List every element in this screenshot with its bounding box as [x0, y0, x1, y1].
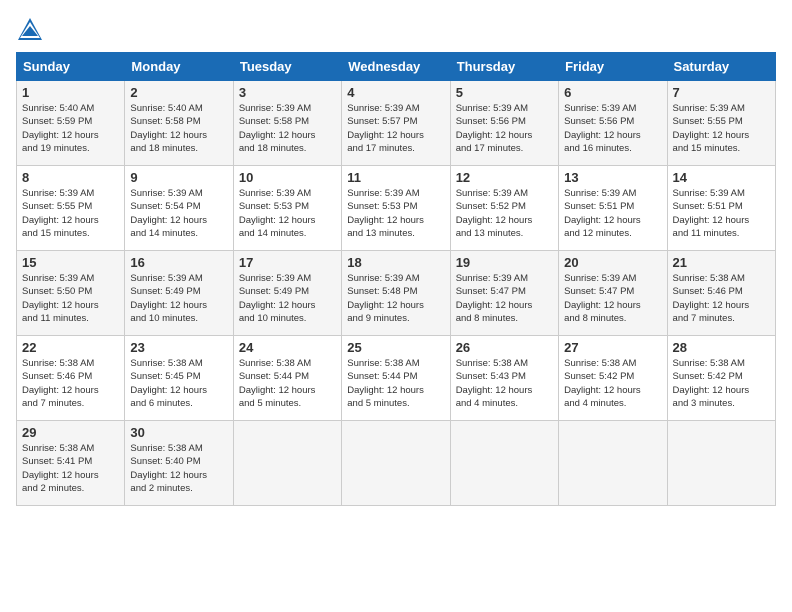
header-thursday: Thursday [450, 53, 558, 81]
table-row [342, 421, 450, 506]
table-row: 29Sunrise: 5:38 AMSunset: 5:41 PMDayligh… [17, 421, 125, 506]
table-row: 27Sunrise: 5:38 AMSunset: 5:42 PMDayligh… [559, 336, 667, 421]
table-row: 6Sunrise: 5:39 AMSunset: 5:56 PMDaylight… [559, 81, 667, 166]
header-friday: Friday [559, 53, 667, 81]
logo-icon [16, 16, 44, 44]
table-row: 15Sunrise: 5:39 AMSunset: 5:50 PMDayligh… [17, 251, 125, 336]
table-row [559, 421, 667, 506]
table-row: 23Sunrise: 5:38 AMSunset: 5:45 PMDayligh… [125, 336, 233, 421]
table-row: 20Sunrise: 5:39 AMSunset: 5:47 PMDayligh… [559, 251, 667, 336]
header-wednesday: Wednesday [342, 53, 450, 81]
table-row: 11Sunrise: 5:39 AMSunset: 5:53 PMDayligh… [342, 166, 450, 251]
logo [16, 16, 48, 44]
table-row: 4Sunrise: 5:39 AMSunset: 5:57 PMDaylight… [342, 81, 450, 166]
table-row: 17Sunrise: 5:39 AMSunset: 5:49 PMDayligh… [233, 251, 341, 336]
table-row: 16Sunrise: 5:39 AMSunset: 5:49 PMDayligh… [125, 251, 233, 336]
calendar-week-row: 29Sunrise: 5:38 AMSunset: 5:41 PMDayligh… [17, 421, 776, 506]
table-row: 1Sunrise: 5:40 AMSunset: 5:59 PMDaylight… [17, 81, 125, 166]
table-row [450, 421, 558, 506]
table-row: 9Sunrise: 5:39 AMSunset: 5:54 PMDaylight… [125, 166, 233, 251]
page-header [16, 16, 776, 44]
calendar-week-row: 15Sunrise: 5:39 AMSunset: 5:50 PMDayligh… [17, 251, 776, 336]
table-row: 26Sunrise: 5:38 AMSunset: 5:43 PMDayligh… [450, 336, 558, 421]
table-row: 30Sunrise: 5:38 AMSunset: 5:40 PMDayligh… [125, 421, 233, 506]
table-row: 24Sunrise: 5:38 AMSunset: 5:44 PMDayligh… [233, 336, 341, 421]
header-sunday: Sunday [17, 53, 125, 81]
calendar-week-row: 1Sunrise: 5:40 AMSunset: 5:59 PMDaylight… [17, 81, 776, 166]
header-saturday: Saturday [667, 53, 775, 81]
table-row: 5Sunrise: 5:39 AMSunset: 5:56 PMDaylight… [450, 81, 558, 166]
calendar-table: SundayMondayTuesdayWednesdayThursdayFrid… [16, 52, 776, 506]
table-row: 25Sunrise: 5:38 AMSunset: 5:44 PMDayligh… [342, 336, 450, 421]
table-row [233, 421, 341, 506]
table-row: 10Sunrise: 5:39 AMSunset: 5:53 PMDayligh… [233, 166, 341, 251]
table-row: 7Sunrise: 5:39 AMSunset: 5:55 PMDaylight… [667, 81, 775, 166]
table-row: 14Sunrise: 5:39 AMSunset: 5:51 PMDayligh… [667, 166, 775, 251]
table-row: 22Sunrise: 5:38 AMSunset: 5:46 PMDayligh… [17, 336, 125, 421]
header-tuesday: Tuesday [233, 53, 341, 81]
table-row: 21Sunrise: 5:38 AMSunset: 5:46 PMDayligh… [667, 251, 775, 336]
table-row: 28Sunrise: 5:38 AMSunset: 5:42 PMDayligh… [667, 336, 775, 421]
calendar-week-row: 8Sunrise: 5:39 AMSunset: 5:55 PMDaylight… [17, 166, 776, 251]
table-row: 19Sunrise: 5:39 AMSunset: 5:47 PMDayligh… [450, 251, 558, 336]
header-monday: Monday [125, 53, 233, 81]
table-row: 13Sunrise: 5:39 AMSunset: 5:51 PMDayligh… [559, 166, 667, 251]
table-row: 18Sunrise: 5:39 AMSunset: 5:48 PMDayligh… [342, 251, 450, 336]
calendar-header-row: SundayMondayTuesdayWednesdayThursdayFrid… [17, 53, 776, 81]
table-row: 8Sunrise: 5:39 AMSunset: 5:55 PMDaylight… [17, 166, 125, 251]
table-row [667, 421, 775, 506]
table-row: 3Sunrise: 5:39 AMSunset: 5:58 PMDaylight… [233, 81, 341, 166]
table-row: 12Sunrise: 5:39 AMSunset: 5:52 PMDayligh… [450, 166, 558, 251]
table-row: 2Sunrise: 5:40 AMSunset: 5:58 PMDaylight… [125, 81, 233, 166]
calendar-week-row: 22Sunrise: 5:38 AMSunset: 5:46 PMDayligh… [17, 336, 776, 421]
